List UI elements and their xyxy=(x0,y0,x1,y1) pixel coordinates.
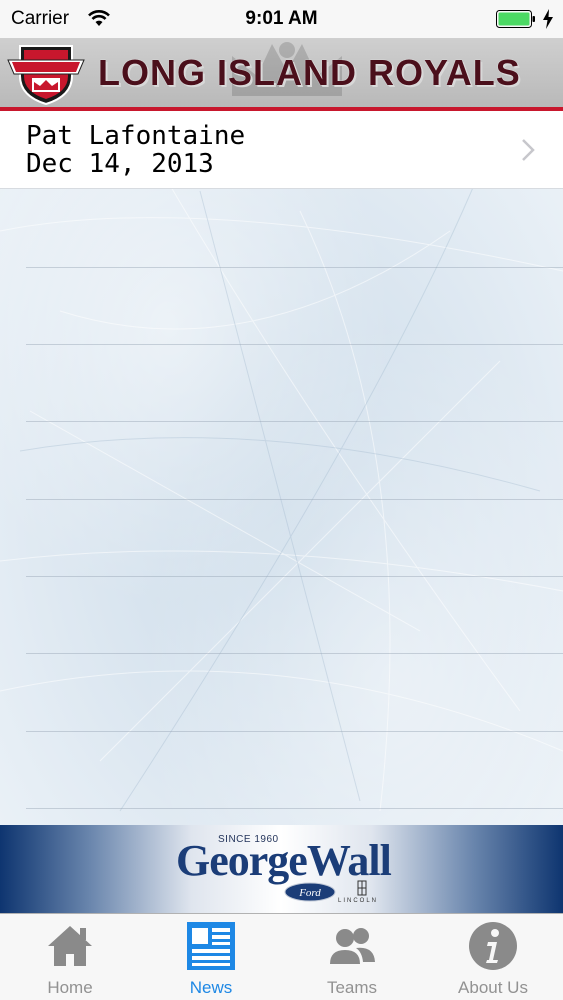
tab-label: News xyxy=(189,978,233,997)
tab-bar: Home News Teams About Us xyxy=(0,913,563,1000)
row-separator xyxy=(26,499,563,500)
row-separator xyxy=(26,808,563,809)
row-separator xyxy=(26,576,563,577)
tab-label: Home xyxy=(47,978,93,997)
tab-teams[interactable]: Teams xyxy=(282,914,422,1000)
news-date: Dec 14, 2013 xyxy=(26,149,214,179)
tab-about-us[interactable]: About Us xyxy=(423,914,563,1000)
news-title: Pat Lafontaine xyxy=(26,121,246,151)
page-title: LONG ISLAND ROYALS xyxy=(98,52,521,93)
news-icon xyxy=(187,922,235,970)
banner-dealer-name: GeorgeWall xyxy=(176,836,392,885)
row-separator xyxy=(26,653,563,654)
ice-texture xyxy=(0,150,563,812)
chevron-right-icon xyxy=(522,139,535,161)
tab-home[interactable]: Home xyxy=(0,914,140,1000)
row-separator xyxy=(26,267,563,268)
info-icon xyxy=(469,922,517,970)
ford-logo-icon: Ford xyxy=(284,882,336,902)
list-item[interactable]: Pat Lafontaine Dec 14, 2013 xyxy=(0,111,563,189)
status-bar: Carrier 9:01 AM xyxy=(0,0,563,38)
news-list[interactable]: Pat Lafontaine Dec 14, 2013 xyxy=(0,111,563,825)
charging-icon xyxy=(543,9,553,29)
tab-label: About Us xyxy=(458,978,528,997)
teams-icon xyxy=(330,928,375,964)
lincoln-logo-icon xyxy=(357,880,367,896)
sponsor-banner[interactable]: SINCE 1960 GeorgeWall Ford LINCOLN xyxy=(0,825,563,913)
tab-news[interactable]: News xyxy=(141,914,281,1000)
battery-icon xyxy=(496,10,535,28)
row-separator xyxy=(26,421,563,422)
app-header: LONG ISLAND ROYALS xyxy=(0,38,563,111)
status-time: 9:01 AM xyxy=(245,8,318,29)
home-icon xyxy=(48,926,92,966)
tab-label: Teams xyxy=(326,978,378,997)
svg-text:Ford: Ford xyxy=(298,887,321,899)
banner-lincoln-label: LINCOLN xyxy=(338,898,379,904)
royals-shield-logo xyxy=(7,45,85,106)
row-separator xyxy=(26,344,563,345)
row-separator xyxy=(26,731,563,732)
